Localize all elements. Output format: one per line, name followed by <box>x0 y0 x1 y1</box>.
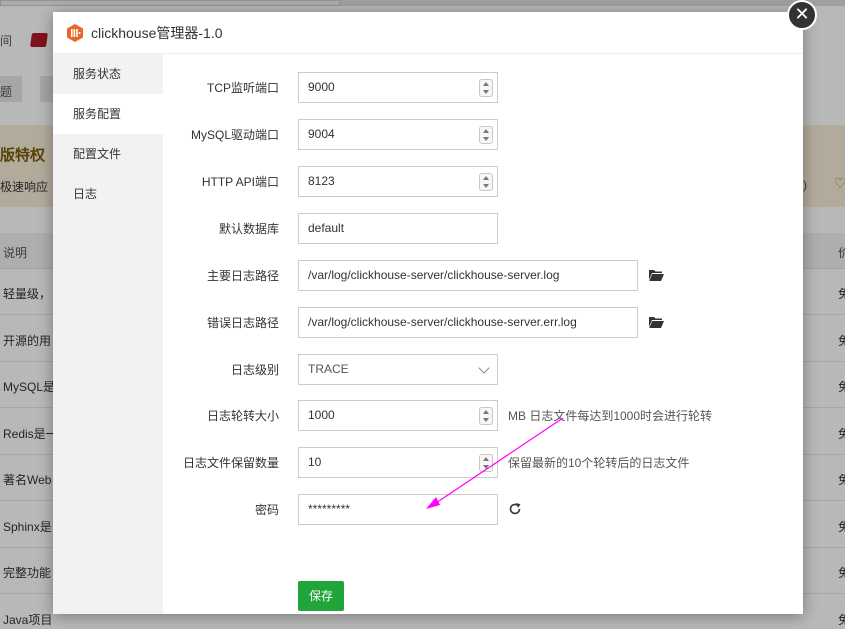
log-keep-label: 日志文件保留数量 <box>182 455 279 470</box>
form-row-log-level: 日志级别 TRACE <box>163 353 803 385</box>
log-keep-input[interactable]: 10 <box>298 446 498 478</box>
form-row-mysql-port: MySQL驱动端口 9004 <box>163 118 803 150</box>
log-keep-spinner-icon[interactable] <box>479 453 493 472</box>
default-db-label: 默认数据库 <box>218 221 279 236</box>
refresh-icon[interactable] <box>508 502 522 516</box>
mysql-port-value: 9004 <box>308 126 335 141</box>
form-row-default-db: 默认数据库 default <box>163 212 803 244</box>
form-row-tcp-port: TCP监听端口 9000 <box>163 71 803 103</box>
main-log-input[interactable]: /var/log/clickhouse-server/clickhouse-se… <box>298 259 638 291</box>
log-level-select[interactable]: TRACE <box>298 353 498 385</box>
default-db-input[interactable]: default <box>298 212 498 244</box>
sidebar-item-config-file[interactable]: 配置文件 <box>53 134 163 174</box>
dialog-header: clickhouse管理器-1.0 <box>53 12 803 54</box>
http-port-value: 8123 <box>308 173 335 188</box>
http-port-spinner-icon[interactable] <box>479 172 493 191</box>
service-config-form: TCP监听端口 9000 MySQL驱动端口 9004 HTTP API端口 8… <box>163 54 803 614</box>
clickhouse-logo-icon <box>67 23 83 42</box>
form-row-log-rotate: 日志轮转大小 1000 MB 日志文件每达到1000时会进行轮转 <box>163 399 803 431</box>
mysql-port-input[interactable]: 9004 <box>298 118 498 150</box>
save-button[interactable]: 保存 <box>298 581 344 611</box>
close-icon[interactable]: ✕ <box>787 0 817 30</box>
sidebar-item-logs[interactable]: 日志 <box>53 174 163 214</box>
password-value: ********* <box>308 501 351 516</box>
password-label: 密码 <box>254 502 279 517</box>
default-db-value: default <box>308 220 345 235</box>
tcp-port-label: TCP监听端口 <box>206 80 279 95</box>
tcp-port-spinner-icon[interactable] <box>479 78 493 97</box>
log-keep-hint: 保留最新的10个轮转后的日志文件 <box>508 455 690 470</box>
log-rotate-input[interactable]: 1000 <box>298 399 498 431</box>
log-level-label: 日志级别 <box>230 362 279 377</box>
form-row-main-log: 主要日志路径 /var/log/clickhouse-server/clickh… <box>163 259 803 291</box>
mysql-port-spinner-icon[interactable] <box>479 125 493 144</box>
http-port-label: HTTP API端口 <box>201 174 279 189</box>
log-rotate-spinner-icon[interactable] <box>479 406 493 425</box>
log-level-value: TRACE <box>308 361 349 376</box>
tcp-port-input[interactable]: 9000 <box>298 71 498 103</box>
log-rotate-value: 1000 <box>308 407 335 422</box>
error-log-input[interactable]: /var/log/clickhouse-server/clickhouse-se… <box>298 306 638 338</box>
error-log-value: /var/log/clickhouse-server/clickhouse-se… <box>308 314 577 329</box>
mysql-port-label: MySQL驱动端口 <box>190 127 279 142</box>
password-input[interactable]: ********* <box>298 493 498 525</box>
dialog-title: clickhouse管理器-1.0 <box>91 24 223 41</box>
sidebar-item-service-config[interactable]: 服务配置 <box>53 94 163 134</box>
chevron-down-icon <box>478 361 490 374</box>
form-row-log-keep: 日志文件保留数量 10 保留最新的10个轮转后的日志文件 <box>163 446 803 478</box>
tcp-port-value: 9000 <box>308 79 335 94</box>
error-log-label: 错误日志路径 <box>206 315 279 330</box>
sidebar-item-service-status[interactable]: 服务状态 <box>53 54 163 94</box>
main-log-value: /var/log/clickhouse-server/clickhouse-se… <box>308 267 560 282</box>
folder-open-icon[interactable] <box>649 316 664 328</box>
form-row-http-port: HTTP API端口 8123 <box>163 165 803 197</box>
main-log-label: 主要日志路径 <box>206 268 279 283</box>
form-row-password: 密码 ********* <box>163 493 803 525</box>
http-port-input[interactable]: 8123 <box>298 165 498 197</box>
folder-open-icon[interactable] <box>649 269 664 281</box>
log-rotate-hint: MB 日志文件每达到1000时会进行轮转 <box>508 408 713 423</box>
log-keep-value: 10 <box>308 454 322 469</box>
clickhouse-manager-dialog: clickhouse管理器-1.0 服务状态 服务配置 配置文件 日志 TCP监… <box>53 12 803 614</box>
log-rotate-label: 日志轮转大小 <box>206 408 279 423</box>
form-row-error-log: 错误日志路径 /var/log/clickhouse-server/clickh… <box>163 306 803 338</box>
dialog-sidebar: 服务状态 服务配置 配置文件 日志 <box>53 54 163 614</box>
